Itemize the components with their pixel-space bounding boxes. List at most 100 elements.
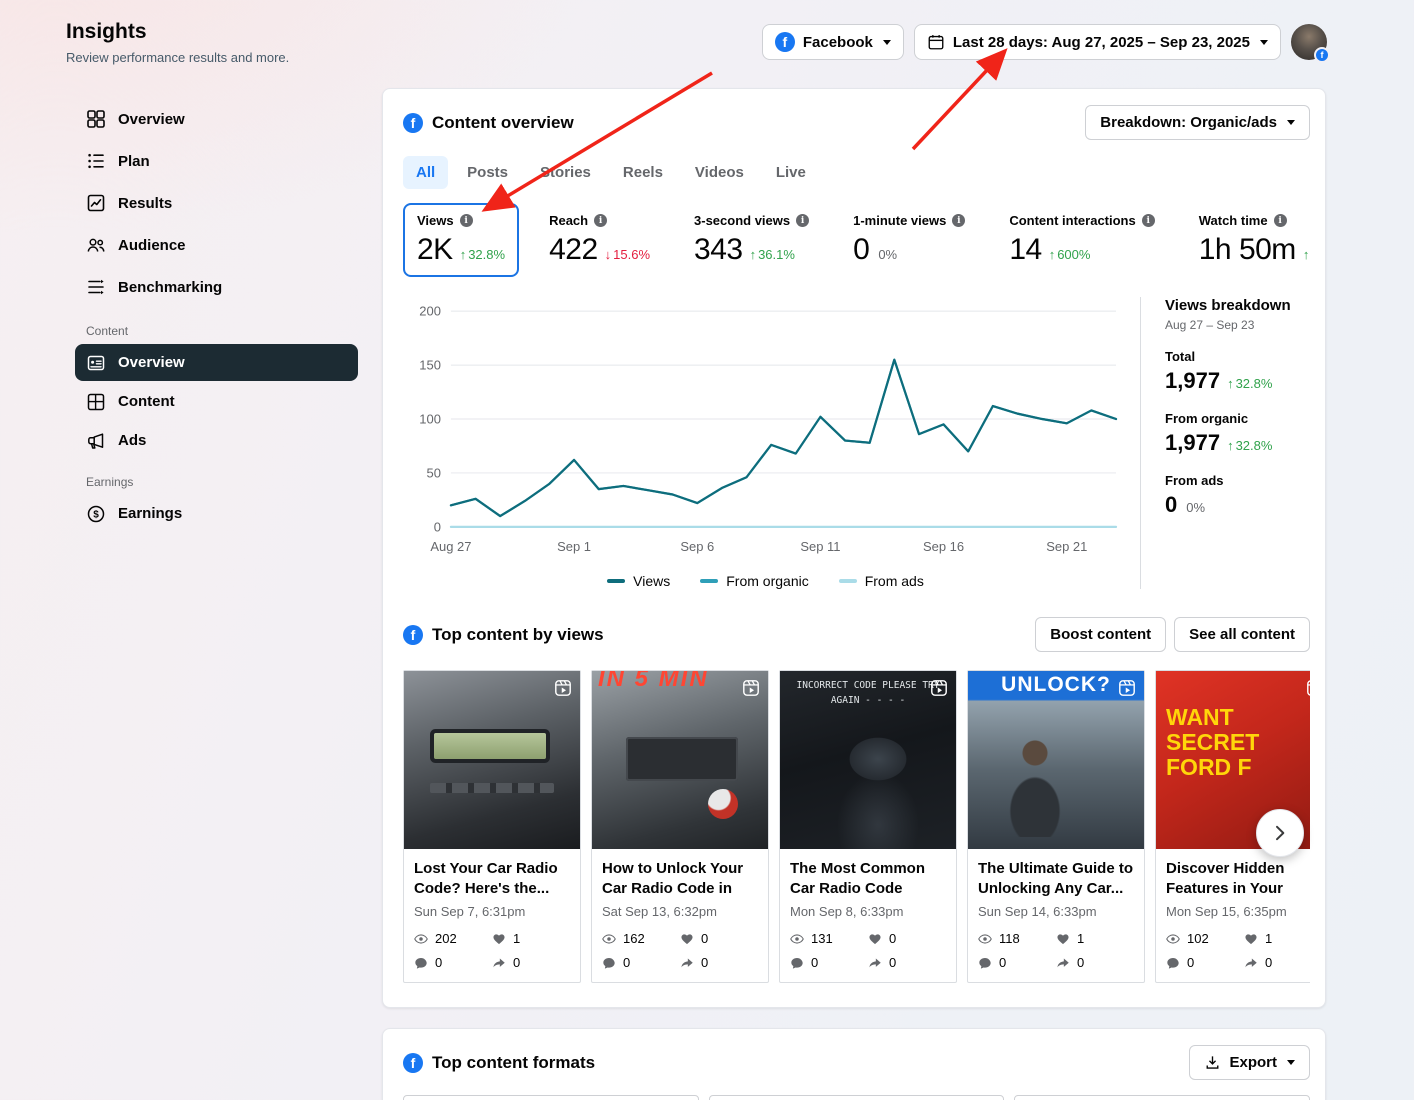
section-title: Content overview (432, 112, 574, 132)
breakdown-row-total: Total 1,977 ↑ 32.8% (1165, 349, 1273, 393)
shares-count: 0 (513, 955, 521, 970)
facebook-icon (403, 624, 423, 645)
content-stats: 202 1 0 0 (414, 931, 570, 970)
info-icon[interactable] (459, 214, 473, 227)
metric-views[interactable]: Views 2K ↑32.8% (403, 203, 520, 277)
content-card[interactable]: IN 5 MIN How to Unlock Your Car Radio Co… (591, 670, 769, 983)
metric-reach[interactable]: Reach 422 ↓15.6% (535, 203, 664, 277)
sidebar-item-label: Ads (118, 432, 147, 449)
content-date: Mon Sep 15, 6:35pm (1166, 904, 1287, 919)
sidebar-item-label: Results (118, 194, 173, 212)
comments-icon (602, 956, 616, 970)
format-table-header (708, 1095, 1005, 1100)
tab-videos[interactable]: Videos (682, 156, 757, 189)
comments-count: 0 (1187, 955, 1195, 970)
sidebar-item-earnings[interactable]: $ Earnings (75, 495, 358, 532)
sidebar-item-content[interactable]: Content (75, 383, 358, 420)
tab-reels[interactable]: Reels (610, 156, 676, 189)
shares-icon (1244, 956, 1258, 970)
metric-label: Reach (549, 213, 589, 228)
sidebar-item-results[interactable]: Results (75, 182, 358, 224)
shares-icon (492, 956, 506, 970)
content-card[interactable]: UNLOCK? The Ultimate Guide to Unlocking … (967, 670, 1145, 983)
format-table-headers (403, 1095, 1311, 1100)
metric-value: 1h 50m (1198, 233, 1297, 266)
likes-count: 1 (1265, 931, 1273, 946)
metric-watch-time[interactable]: Watch time 1h 50m ↑12. (1185, 203, 1310, 277)
boost-content-button[interactable]: Boost content (1035, 617, 1167, 652)
metric-delta: ↑ 36.1% (749, 247, 795, 262)
see-all-content-button[interactable]: See all content (1174, 617, 1310, 652)
content-stats: 162 0 0 0 (602, 931, 758, 970)
breakdown-selector[interactable]: Breakdown: Organic/ads (1085, 105, 1310, 140)
info-icon[interactable] (796, 214, 810, 227)
tab-live[interactable]: Live (763, 156, 819, 189)
sidebar-item-label: Benchmarking (118, 278, 223, 296)
content-card[interactable]: Lost Your Car Radio Code? Here's the... … (403, 670, 581, 983)
tab-posts[interactable]: Posts (454, 156, 521, 189)
sidebar-item-benchmarking[interactable]: Benchmarking (75, 266, 358, 308)
legend-from-ads: From ads (838, 573, 924, 589)
breakdown-selector-label: Breakdown: Organic/ads (1100, 114, 1277, 131)
metric-1-minute-views[interactable]: 1-minute views 0 0% (839, 203, 979, 277)
metric-3-second-views[interactable]: 3-second views 343 ↑36.1% (680, 203, 823, 277)
plan-icon (88, 153, 104, 169)
likes-count: 1 (1077, 931, 1085, 946)
chevron-down-icon (882, 39, 891, 45)
breakdown-date-range: Aug 27 – Sep 23 (1165, 318, 1255, 332)
sidebar-item-overview[interactable]: Overview (75, 98, 358, 140)
svg-text:0: 0 (434, 519, 441, 534)
content-card[interactable]: INCORRECT CODE PLEASE TRY AGAIN - - - - … (779, 670, 957, 983)
metric-label: Watch time (1198, 213, 1268, 228)
sidebar-item-plan[interactable]: Plan (75, 140, 358, 182)
content-overview-card: Content overview Breakdown: Organic/ads … (382, 88, 1326, 1008)
video-thumbnail: INCORRECT CODE PLEASE TRY AGAIN - - - - (780, 671, 956, 849)
metric-content-interactions[interactable]: Content interactions 14 ↑600% (995, 203, 1168, 277)
info-icon[interactable] (952, 214, 966, 227)
views-icon (790, 932, 804, 946)
sidebar-item-ads[interactable]: Ads (75, 422, 358, 459)
tab-all[interactable]: All (403, 156, 449, 189)
views-icon (602, 932, 616, 946)
legend-views: Views (607, 573, 670, 589)
page-title: Insights (66, 20, 147, 43)
content-date: Mon Sep 8, 6:33pm (790, 904, 904, 919)
content-title: The Most Common Car Radio Code Mistakes.… (790, 860, 925, 897)
video-thumbnail: UNLOCK? (968, 671, 1144, 849)
ads-swatch-icon (838, 579, 857, 583)
metric-value: 2K (417, 233, 453, 266)
sidebar-item-label: Content (118, 393, 175, 410)
carousel-next-button[interactable] (1256, 809, 1304, 857)
platform-selector[interactable]: Facebook (761, 24, 904, 60)
likes-icon (868, 932, 882, 946)
tab-stories[interactable]: Stories (527, 156, 604, 189)
likes-icon (1244, 932, 1258, 946)
comments-icon (978, 956, 992, 970)
facebook-icon (403, 1052, 423, 1073)
info-icon[interactable] (594, 214, 608, 227)
info-icon[interactable] (1141, 214, 1155, 227)
benchmarking-icon (88, 279, 104, 295)
svg-text:$: $ (93, 509, 99, 520)
sidebar-section-content: Content (86, 324, 129, 338)
svg-text:Sep 16: Sep 16 (923, 539, 964, 554)
reel-icon (742, 679, 760, 697)
avatar[interactable] (1291, 24, 1330, 63)
export-button[interactable]: Export (1189, 1045, 1310, 1080)
info-icon[interactable] (1273, 214, 1287, 227)
ads-icon (88, 432, 104, 449)
section-title: Top content by views (432, 624, 604, 644)
views-swatch-icon (607, 579, 626, 583)
content-formats-card: Top content formats Export (382, 1028, 1326, 1100)
section-title: Top content formats (432, 1052, 596, 1072)
sidebar-item-content-overview[interactable]: Overview (75, 344, 358, 381)
shares-icon (1056, 956, 1070, 970)
content-overview-icon (87, 355, 105, 370)
comments-count: 0 (811, 955, 819, 970)
sidebar-item-audience[interactable]: Audience (75, 224, 358, 266)
metric-value: 422 (549, 233, 598, 266)
content-title: Lost Your Car Radio Code? Here's the... (414, 860, 558, 897)
views-icon (414, 932, 428, 946)
reel-icon (930, 679, 948, 697)
date-range-selector[interactable]: Last 28 days: Aug 27, 2025 – Sep 23, 202… (913, 24, 1281, 60)
